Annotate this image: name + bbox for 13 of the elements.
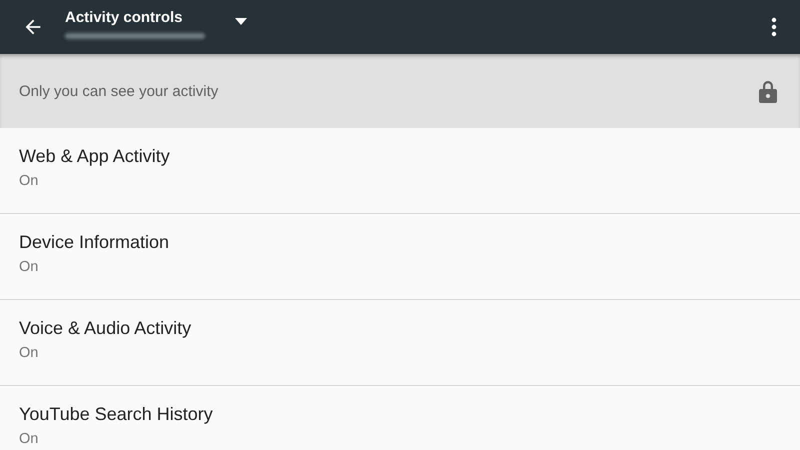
setting-title[interactable]: Web & App Activity (19, 146, 170, 167)
more-options-icon[interactable] (771, 17, 777, 37)
dropdown-arrow-icon[interactable] (235, 18, 247, 24)
setting-status: On (19, 431, 38, 447)
setting-title[interactable]: Device Information (19, 232, 170, 253)
lock-icon (758, 79, 778, 103)
setting-status: On (19, 259, 38, 275)
setting-status: On (19, 345, 38, 361)
privacy-notice: Only you can see your activity (19, 82, 220, 100)
screen-title: Activity controls (65, 9, 184, 26)
setting-title[interactable]: YouTube Search History (19, 404, 213, 425)
setting-status: On (19, 173, 38, 189)
setting-title[interactable]: Voice & Audio Activity (19, 318, 192, 339)
